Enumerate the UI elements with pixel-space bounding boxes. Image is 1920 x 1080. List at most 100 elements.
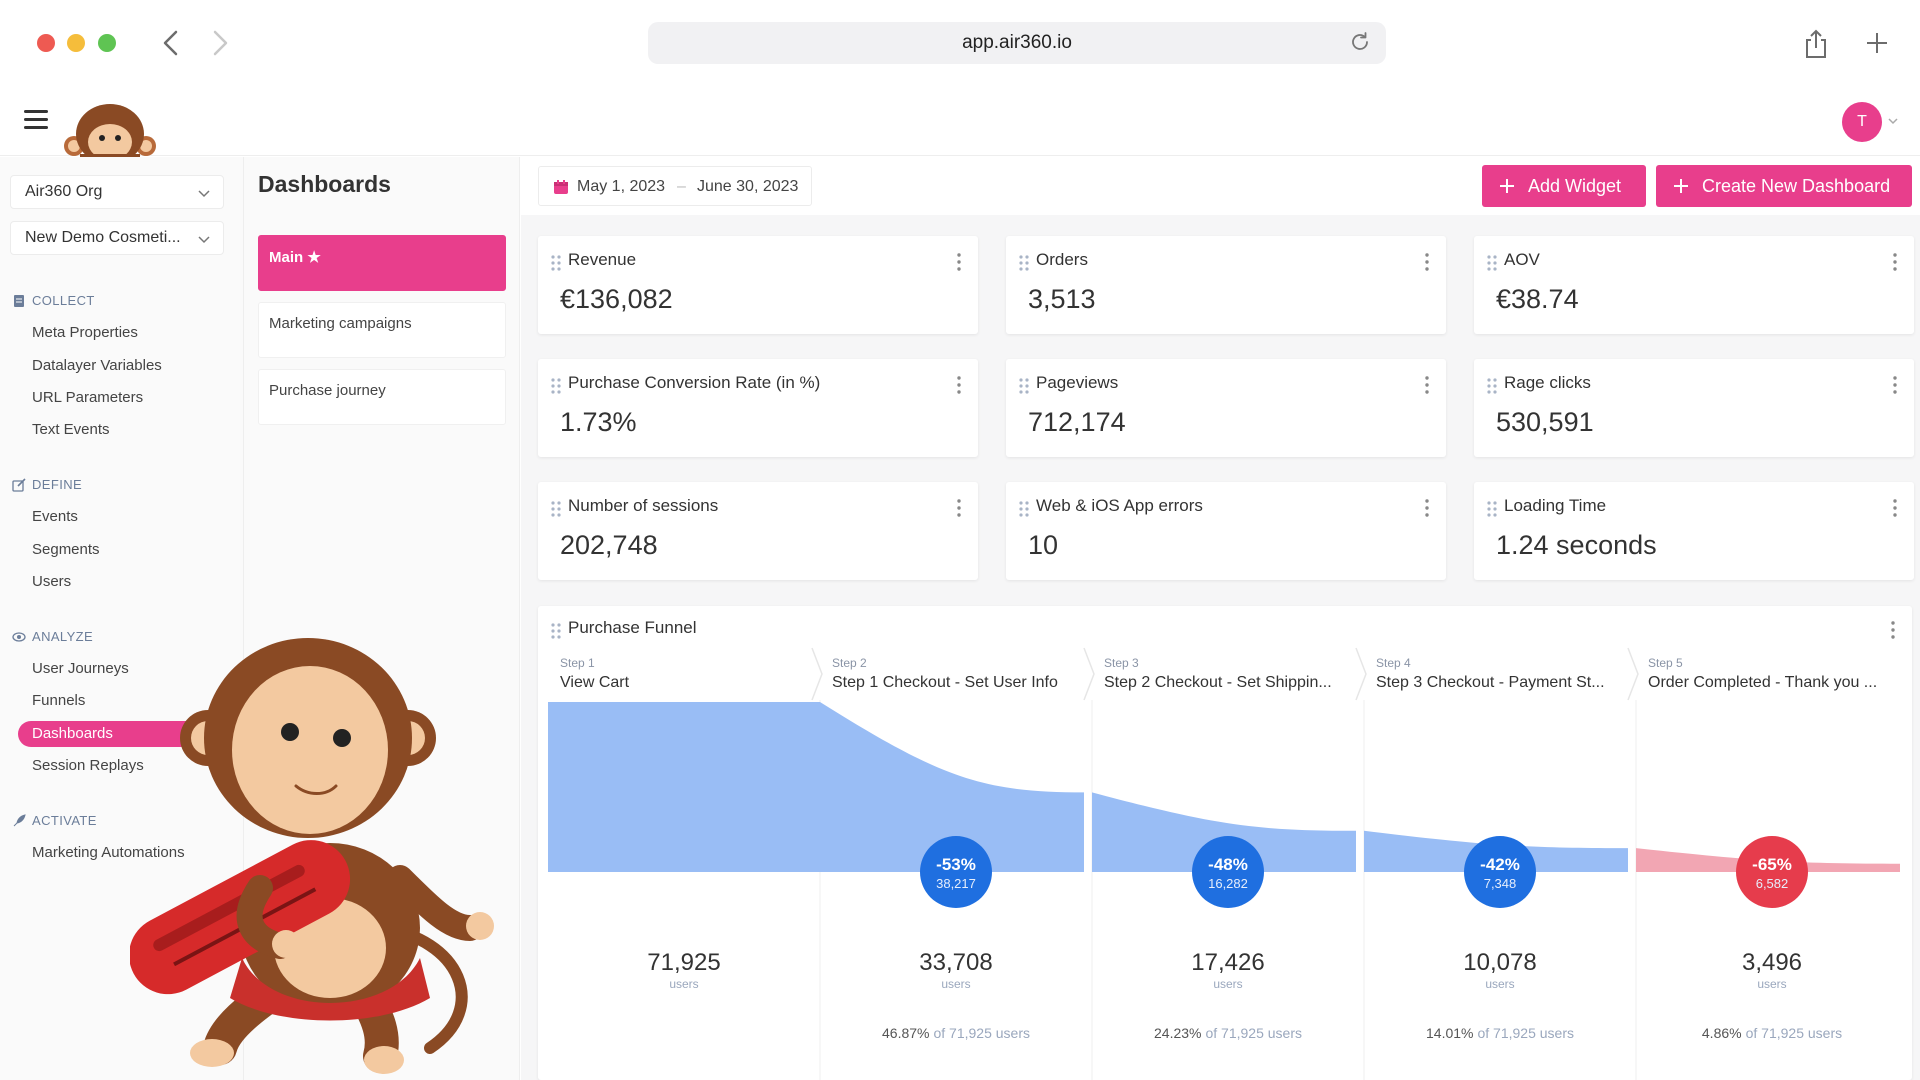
date-separator: –: [677, 178, 686, 195]
dropoff-percent: -65%: [1752, 855, 1792, 874]
widget-purchase-conversion-rate-in[interactable]: Purchase Conversion Rate (in %) 1.73%: [538, 359, 978, 457]
step-user-count: 10,078: [1463, 949, 1536, 976]
add-widget-button[interactable]: Add Widget: [1482, 165, 1646, 207]
percent-value: 4.86%: [1702, 1025, 1742, 1041]
widget-value: 3,513: [1028, 284, 1096, 314]
users-label: users: [1485, 977, 1514, 991]
sidebar-item-users[interactable]: Users: [18, 569, 224, 595]
widget-web-ios-app-errors[interactable]: Web & iOS App errors 10: [1006, 482, 1446, 580]
close-window-button[interactable]: [37, 34, 55, 52]
step-divider-chevron: [1083, 647, 1095, 701]
widget-revenue[interactable]: Revenue €136,082: [538, 236, 978, 334]
dropoff-percent: -53%: [936, 855, 976, 874]
users-label: users: [1757, 977, 1786, 991]
drag-handle-icon[interactable]: [1018, 254, 1030, 272]
more-options-icon[interactable]: [1892, 375, 1898, 395]
widget-aov[interactable]: AOV €38.74: [1474, 236, 1914, 334]
dropoff-count: 7,348: [1484, 876, 1517, 891]
percent-of-first-step: 24.23% of 71,925 users: [1154, 1025, 1302, 1041]
forward-arrow-icon[interactable]: [205, 24, 235, 62]
menu-icon[interactable]: [24, 110, 48, 130]
reload-icon[interactable]: [1348, 30, 1372, 54]
drag-handle-icon[interactable]: [550, 622, 562, 640]
widget-title: Purchase Conversion Rate (in %): [568, 373, 821, 392]
percent-of-label: of 71,925 users: [1477, 1025, 1574, 1041]
widget-number-of-sessions[interactable]: Number of sessions 202,748: [538, 482, 978, 580]
widget-orders[interactable]: Orders 3,513: [1006, 236, 1446, 334]
address-bar[interactable]: app.air360.io: [648, 22, 1386, 64]
chevron-down-icon: [198, 236, 210, 244]
drag-handle-icon[interactable]: [1486, 254, 1498, 272]
create-dashboard-button[interactable]: Create New Dashboard: [1656, 165, 1912, 207]
drag-handle-icon[interactable]: [550, 377, 562, 395]
drag-handle-icon[interactable]: [1486, 500, 1498, 518]
section-define: DEFINE: [12, 477, 82, 492]
step-user-count: 71,925: [647, 949, 720, 976]
sidebar-item-datalayer-variables[interactable]: Datalayer Variables: [18, 353, 224, 379]
step-name: Step 2 Checkout - Set Shippin...: [1104, 674, 1332, 691]
share-icon[interactable]: [1802, 28, 1830, 60]
widget-value: €38.74: [1496, 284, 1579, 314]
minimize-window-button[interactable]: [67, 34, 85, 52]
dropoff-percent: -42%: [1480, 855, 1520, 874]
create-dashboard-label: Create New Dashboard: [1702, 176, 1891, 196]
more-options-icon[interactable]: [1892, 498, 1898, 518]
section-collect: COLLECT: [12, 293, 95, 308]
widget-loading-time[interactable]: Loading Time 1.24 seconds: [1474, 482, 1914, 580]
drag-handle-icon[interactable]: [1486, 377, 1498, 395]
step-name: Step 3 Checkout - Payment St...: [1376, 674, 1605, 691]
org-select[interactable]: Air360 Org: [10, 175, 224, 209]
project-select[interactable]: New Demo Cosmeti...: [10, 221, 224, 255]
dashboard-item-main[interactable]: Main ★: [258, 235, 506, 291]
users-label: users: [1213, 977, 1242, 991]
new-tab-icon[interactable]: [1862, 28, 1892, 58]
url-text: app.air360.io: [962, 32, 1072, 53]
dropoff-count: 38,217: [936, 876, 976, 891]
drag-handle-icon[interactable]: [1018, 377, 1030, 395]
more-options-icon[interactable]: [956, 252, 962, 272]
funnel-step-header: Step 1 View Cart: [560, 656, 832, 700]
step-user-count: 33,708: [919, 949, 992, 976]
widget-pageviews[interactable]: Pageviews 712,174: [1006, 359, 1446, 457]
more-options-icon[interactable]: [1890, 620, 1896, 640]
funnel-step-header: Step 2 Step 1 Checkout - Set User Info: [832, 656, 1104, 700]
funnel-bar-step-1[interactable]: [548, 702, 820, 872]
widget-value: 712,174: [1028, 407, 1126, 437]
step-user-count: 17,426: [1191, 949, 1264, 976]
step-number: Step 5: [1648, 656, 1683, 670]
dashboard-item-purchase-journey[interactable]: Purchase journey: [258, 369, 506, 425]
date-range-picker[interactable]: May 1, 2023 – June 30, 2023: [538, 166, 812, 206]
drag-handle-icon[interactable]: [550, 254, 562, 272]
step-divider-chevron: [1355, 647, 1367, 701]
more-options-icon[interactable]: [956, 375, 962, 395]
sidebar-item-meta-properties[interactable]: Meta Properties: [18, 320, 224, 346]
more-options-icon[interactable]: [1424, 498, 1430, 518]
back-arrow-icon[interactable]: [156, 24, 186, 62]
page-title: Dashboards: [258, 171, 391, 197]
chevron-down-icon[interactable]: [1886, 114, 1900, 128]
sidebar-item-text-events[interactable]: Text Events: [18, 417, 224, 443]
maximize-window-button[interactable]: [98, 34, 116, 52]
drag-handle-icon[interactable]: [1018, 500, 1030, 518]
purchase-funnel-widget: Purchase Funnel Step 1 View Cart Step 2 Ste…: [538, 606, 1912, 1080]
widget-value: €136,082: [560, 284, 673, 314]
section-label: COLLECT: [32, 293, 95, 308]
drag-handle-icon[interactable]: [550, 500, 562, 518]
dashboard-item-marketing-campaigns[interactable]: Marketing campaigns: [258, 302, 506, 358]
step-divider-chevron: [811, 647, 823, 701]
more-options-icon[interactable]: [956, 498, 962, 518]
date-end: June 30, 2023: [697, 178, 799, 195]
more-options-icon[interactable]: [1424, 252, 1430, 272]
section-label: ACTIVATE: [32, 813, 97, 828]
sidebar-item-segments[interactable]: Segments: [18, 537, 224, 563]
user-avatar[interactable]: T: [1842, 102, 1882, 142]
sidebar-item-events[interactable]: Events: [18, 504, 224, 530]
more-options-icon[interactable]: [1424, 375, 1430, 395]
widget-rage-clicks[interactable]: Rage clicks 530,591: [1474, 359, 1914, 457]
step-name: View Cart: [560, 674, 630, 691]
step-number: Step 2: [832, 656, 867, 670]
widget-value: 530,591: [1496, 407, 1594, 437]
more-options-icon[interactable]: [1892, 252, 1898, 272]
sidebar-item-url-parameters[interactable]: URL Parameters: [18, 385, 224, 411]
widget-value: 202,748: [560, 530, 658, 560]
